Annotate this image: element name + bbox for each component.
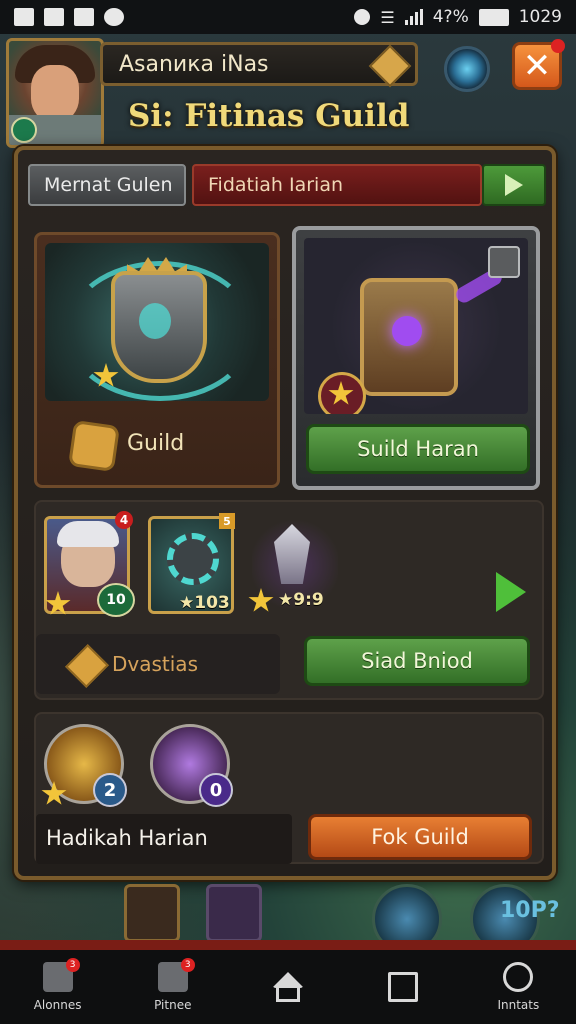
star-icon [45,591,71,615]
tile-icon [206,884,262,942]
close-button[interactable]: ✕ [512,39,565,90]
nav-badge: 3 [65,958,80,972]
nav-label: Alonnes [33,998,82,1012]
battery-icon [478,8,509,26]
claim-button[interactable]: Siad Bniod [304,636,530,686]
notification-dot [551,39,565,53]
tab-mernat-gulen[interactable]: Mernat Gulen [28,164,186,206]
gear-shield-icon [167,533,219,585]
treasure-chest-icon [360,278,458,396]
close-icon: ✕ [522,46,552,86]
nav-label: Pitnee [154,998,192,1012]
guild-panel: Mernat Gulen Fidatiah Iarian Guild Suild… [14,146,556,880]
reward-item-hero[interactable]: 4 10 [44,511,135,617]
info-icon[interactable] [488,246,520,278]
battery-percent: 4?% [432,7,469,27]
reward-item-crystal[interactable]: ★9:9 [248,516,338,614]
background-strip: 10P? [0,884,576,954]
next-arrow-button[interactable] [496,572,526,612]
home-icon-body [275,988,300,1002]
home-icon [271,972,304,988]
nav-inntats[interactable]: Inntats [468,952,568,1022]
guild-card[interactable]: Guild [34,232,280,488]
gem-icon [65,644,109,688]
guild-coin-icon [68,420,120,472]
tile-icon [124,884,180,942]
guild-label: Guild [127,431,185,456]
nav-home[interactable] [238,952,338,1022]
hero-portrait [57,521,119,587]
item-count: 10 [97,583,135,617]
nav-alonnes[interactable]: 3 Alonnes [8,952,108,1022]
gallery-icon [14,8,34,26]
item-count: ★103 [179,593,230,613]
guild-emblem-art [45,243,269,401]
player-name: Asanика iNas [119,51,269,77]
bonus-box: Dvastias [36,634,280,694]
nav-pitnee[interactable]: 3 Pitnee [123,952,223,1022]
item-count: ★9:9 [278,590,324,610]
bottom-nav: 3 Alonnes 3 Pitnee Inntats [0,950,576,1024]
daily-reward-label: Hadikah Harian [46,826,208,850]
chat-icon [104,8,124,26]
clock: 1029 [518,7,562,27]
bonus-label: Dvastias [112,652,198,676]
square-icon [388,972,419,1002]
crystal-icon [274,524,310,584]
player-avatar[interactable] [6,38,104,148]
player-name-bar[interactable]: Asanика iNas [100,42,418,88]
hero-golden-warrior[interactable]: 2 [41,724,127,807]
level-badge [11,117,37,143]
tab-next-arrow-button[interactable] [482,164,546,206]
nav-label: Inntats [497,998,540,1012]
background-text: 10P? [500,898,560,923]
signal-icon [404,9,423,25]
settings-orb-button[interactable] [444,46,490,92]
star-badge [318,372,366,414]
reward-item-shield[interactable]: 5 ★103 [148,513,235,614]
hero-level: 0 [199,773,233,807]
rewards-section: 4 10 5 ★103 ★9:9 Dvastias Siad Bniod [34,500,544,700]
join-guild-button[interactable]: Fok Guild [308,814,532,860]
nav-badge: 3 [180,958,195,972]
page-title: Si: Fitinas Guild [128,98,410,134]
red-divider [0,940,576,950]
star-icon [248,588,274,612]
hero-purple-mace[interactable]: 0 [150,724,233,807]
shield-icon [111,271,207,383]
clock-icon [503,962,534,992]
chest-art [304,238,528,414]
daily-reward-box: Hadikah Harian [36,814,292,864]
alarm-icon [354,9,371,25]
nav-recents[interactable] [353,952,453,1022]
gem-icon [368,44,412,88]
heroes-section: 2 0 Hadikah Harian Fok Guild [34,712,544,864]
star-icon [41,781,67,805]
item-badge: 4 [115,511,133,529]
image-icon [44,8,64,26]
daily-guild-button[interactable]: Suild Haran [306,424,530,474]
hero-level: 2 [93,773,127,807]
star-icon [328,381,354,405]
tab-fidatiah-iarian[interactable]: Fidatiah Iarian [192,164,482,206]
status-bar: ☰ 4?% 1029 [0,0,576,34]
wifi-icon: ☰ [380,7,395,27]
daily-guild-card[interactable]: Suild Haran [292,226,540,490]
item-badge: 5 [219,513,235,529]
avatar-face [31,65,79,121]
notification-icon [74,8,94,26]
